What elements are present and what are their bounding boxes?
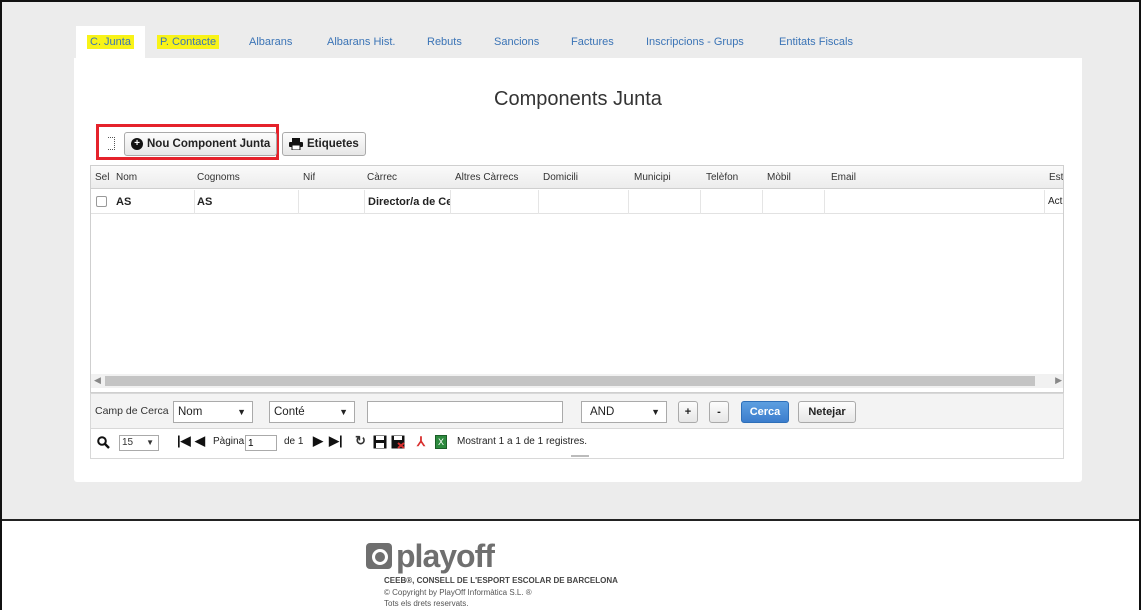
col-header-email[interactable]: Email xyxy=(831,166,856,189)
page-title: Components Junta xyxy=(494,88,662,110)
tab-rebuts[interactable]: Rebuts xyxy=(427,26,462,58)
next-page-icon[interactable]: ▶ xyxy=(313,433,323,449)
tab-label: P. Contacte xyxy=(157,35,220,49)
tab-inscripcions-grups[interactable]: Inscripcions - Grups xyxy=(646,26,744,58)
plus-circle-icon: + xyxy=(131,138,143,150)
cell-domicili xyxy=(539,190,629,214)
cell-mobil xyxy=(763,190,825,214)
tab-albarans-hist[interactable]: Albarans Hist. xyxy=(327,26,395,58)
excel-export-icon[interactable]: X xyxy=(435,435,447,449)
cell-carrec: Director/a de Cer xyxy=(365,190,451,214)
col-header-cognoms[interactable]: Cognoms xyxy=(197,166,240,189)
row-select-cell xyxy=(91,190,113,214)
chevron-down-icon: ▼ xyxy=(146,438,154,447)
new-component-label: Nou Component Junta xyxy=(147,138,271,150)
logo-text: playoff xyxy=(396,538,495,574)
col-header-estat[interactable]: Est xyxy=(1049,166,1063,189)
save-as-icon[interactable] xyxy=(391,435,405,449)
resize-grip[interactable] xyxy=(571,455,589,457)
grid-header: Sel Nom Cognoms Nif Càrrec Altres Càrrec… xyxy=(91,166,1063,189)
prev-page-icon[interactable]: ◀ xyxy=(195,433,205,449)
footer-organization: CEEB®, CONSELL DE L'ESPORT ESCOLAR DE BA… xyxy=(384,576,618,585)
col-header-telefon[interactable]: Telèfon xyxy=(706,166,738,189)
printer-icon xyxy=(289,138,303,150)
cell-nif xyxy=(299,190,365,214)
col-header-municipi[interactable]: Municipi xyxy=(634,166,671,189)
row-checkbox[interactable] xyxy=(96,196,107,207)
search-logic-select[interactable]: AND ▼ xyxy=(581,401,667,423)
cell-email xyxy=(825,190,1045,214)
tab-factures[interactable]: Factures xyxy=(571,26,614,58)
first-page-icon[interactable]: |◀ xyxy=(177,433,191,449)
search-field-label: Camp de Cerca xyxy=(95,405,169,417)
logo-mark-icon xyxy=(366,543,392,569)
page-number-input[interactable] xyxy=(245,435,277,451)
chevron-down-icon: ▼ xyxy=(339,407,348,417)
cell-municipi xyxy=(629,190,701,214)
refresh-icon[interactable]: ↻ xyxy=(355,433,366,449)
clear-button[interactable]: Netejar xyxy=(798,401,856,423)
cell-estat: Act xyxy=(1048,196,1063,207)
footer-logo: playoff xyxy=(366,537,495,575)
records-status: Mostrant 1 a 1 de 1 registres. xyxy=(457,436,588,447)
scroll-right-icon[interactable]: ▶ xyxy=(1055,375,1062,386)
labels-label: Etiquetes xyxy=(307,138,359,150)
focus-marker xyxy=(108,137,115,150)
labels-button[interactable]: Etiquetes xyxy=(282,132,366,156)
main-panel: Components Junta + Nou Component Junta E… xyxy=(74,58,1082,482)
search-logic-value: AND xyxy=(590,406,615,418)
search-operator-value: Conté xyxy=(274,406,305,418)
search-text-input[interactable] xyxy=(367,401,563,423)
col-header-domicili[interactable]: Domicili xyxy=(543,166,578,189)
chevron-down-icon: ▼ xyxy=(237,407,246,417)
pdf-export-icon[interactable]: ⅄ xyxy=(417,434,429,449)
divider-line xyxy=(2,519,1139,521)
chevron-down-icon: ▼ xyxy=(651,407,660,417)
footer-copyright: © Copyright by PlayOff Informàtica S.L. … xyxy=(384,588,532,597)
add-condition-button[interactable]: + xyxy=(678,401,698,423)
horizontal-scrollbar[interactable]: ◀ ▶ xyxy=(91,374,1063,388)
footer-rights: Tots els drets reservats. xyxy=(384,599,469,608)
scroll-left-icon[interactable]: ◀ xyxy=(94,375,101,386)
new-component-button[interactable]: + Nou Component Junta xyxy=(124,132,278,156)
col-header-sel[interactable]: Sel xyxy=(95,166,109,189)
scroll-thumb[interactable] xyxy=(105,376,1035,386)
page-label: Pàgina xyxy=(213,436,245,447)
tab-p-contacte[interactable]: P. Contacte xyxy=(157,26,220,58)
col-header-altres-carrecs[interactable]: Altres Càrrecs xyxy=(455,166,518,189)
tab-albarans[interactable]: Albarans xyxy=(249,26,292,58)
tab-entitats-fiscals[interactable]: Entitats Fiscals xyxy=(779,26,853,58)
search-bar: Camp de Cerca Nom ▼ Conté ▼ AND ▼ + - Ce… xyxy=(90,393,1064,429)
search-button[interactable]: Cerca xyxy=(741,401,789,423)
col-header-mobil[interactable]: Mòbil xyxy=(767,166,791,189)
cell-telefon xyxy=(701,190,763,214)
col-header-carrec[interactable]: Càrrec xyxy=(367,166,397,189)
table-row[interactable]: AS AS Director/a de Cer Act xyxy=(91,190,1063,214)
tab-label: C. Junta xyxy=(87,35,134,49)
cell-altres-carrecs xyxy=(451,190,539,214)
tab-c-junta[interactable]: C. Junta xyxy=(76,26,145,58)
cell-nom: AS xyxy=(113,190,195,214)
page-size-value: 15 xyxy=(122,437,134,448)
col-header-nif[interactable]: Nif xyxy=(303,166,315,189)
save-icon[interactable] xyxy=(373,435,387,449)
search-operator-select[interactable]: Conté ▼ xyxy=(269,401,355,423)
last-page-icon[interactable]: ▶| xyxy=(329,433,343,449)
page-count-label: de 1 xyxy=(284,436,304,447)
remove-condition-button[interactable]: - xyxy=(709,401,729,423)
col-header-nom[interactable]: Nom xyxy=(116,166,137,189)
search-icon[interactable] xyxy=(97,436,110,449)
page-size-select[interactable]: 15 ▼ xyxy=(119,435,159,451)
pager: 15 ▼ |◀ ◀ Pàgina de 1 ▶ ▶| ↻ ⅄ X Mostran… xyxy=(90,429,1064,459)
tab-sancions[interactable]: Sancions xyxy=(494,26,539,58)
cell-cognoms: AS xyxy=(195,190,299,214)
data-grid: Sel Nom Cognoms Nif Càrrec Altres Càrrec… xyxy=(90,165,1064,393)
search-field-select[interactable]: Nom ▼ xyxy=(173,401,253,423)
search-field-value: Nom xyxy=(178,406,203,418)
